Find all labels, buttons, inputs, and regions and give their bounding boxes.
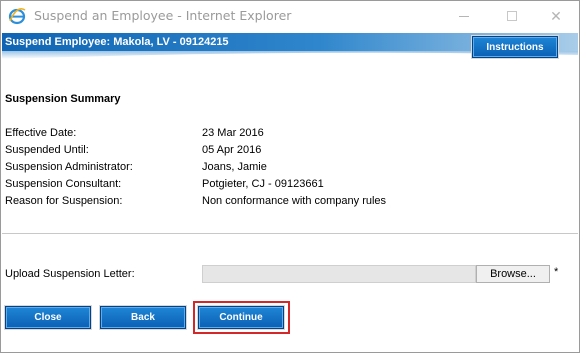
suspension-reason-label: Reason for Suspension: [5,195,123,207]
upload-letter-file-field[interactable] [202,265,476,283]
page-title: Suspend Employee: Makola, LV - 09124215 [5,36,229,48]
window-title: Suspend an Employee - Internet Explorer [34,8,292,23]
effective-date-label: Effective Date: [5,127,77,139]
instructions-button[interactable]: Instructions [472,36,558,58]
minimize-button[interactable] [441,2,487,30]
section-divider [2,233,578,234]
window-titlebar: Suspend an Employee - Internet Explorer … [1,1,579,31]
suspension-consultant-value: Potgieter, CJ - 09123661 [202,178,324,190]
suspension-reason-value: Non conformance with company rules [202,195,387,207]
upload-letter-label: Upload Suspension Letter: [5,268,135,280]
suspended-until-label: Suspended Until: [5,144,89,156]
close-icon: ✕ [550,7,562,24]
continue-button[interactable]: Continue [198,306,284,329]
maximize-button[interactable] [489,2,535,30]
suspension-administrator-value: Joans, Jamie [202,161,267,173]
browse-button[interactable]: Browse... [476,265,550,283]
effective-date-value: 23 Mar 2016 [202,127,264,139]
suspension-administrator-label: Suspension Administrator: [5,161,133,173]
suspension-consultant-label: Suspension Consultant: [5,178,122,190]
window-close-button[interactable]: ✕ [533,2,579,30]
internet-explorer-icon [8,7,26,25]
suspended-until-value: 05 Apr 2016 [202,144,262,156]
maximize-icon [507,11,517,21]
back-button[interactable]: Back [100,306,186,329]
required-asterisk: * [554,266,559,278]
summary-heading: Suspension Summary [5,93,121,105]
close-button[interactable]: Close [5,306,91,329]
minimize-icon [459,16,469,17]
